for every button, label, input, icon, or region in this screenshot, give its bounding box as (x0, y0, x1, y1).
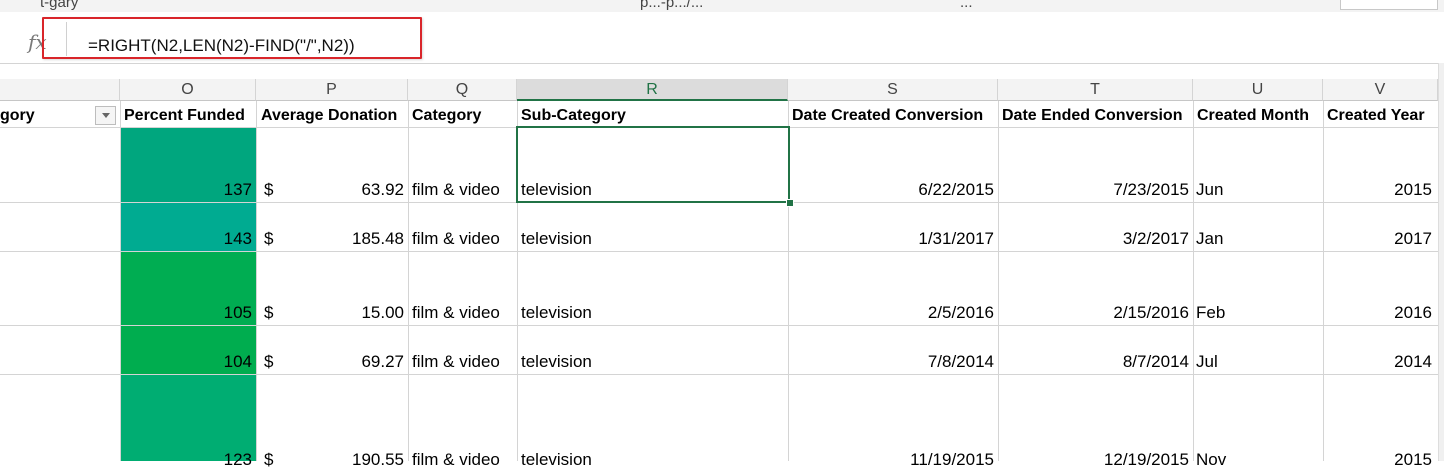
title-strip: t-gary p...-p.../... ... (0, 0, 1444, 12)
column-header-r[interactable]: R (517, 79, 788, 101)
grid-line (256, 101, 257, 461)
header-sub-category[interactable]: Sub-Category (521, 106, 626, 126)
cell-date-ended[interactable]: 2/15/2016 (998, 303, 1189, 323)
header-category[interactable]: Category (412, 106, 481, 126)
grid-line (1323, 101, 1324, 461)
grid-line (0, 251, 1444, 252)
cell-date-created[interactable]: 1/31/2017 (788, 229, 994, 249)
cell-category[interactable]: film & video (412, 303, 500, 323)
cell-date-created[interactable]: 11/19/2015 (788, 450, 994, 470)
cell-created-month[interactable]: Jun (1196, 180, 1223, 200)
header-created-month[interactable]: Created Month (1197, 106, 1309, 126)
grid-line (0, 325, 1444, 326)
ribbon-search-box[interactable] (1340, 0, 1438, 10)
column-header-q[interactable]: Q (408, 79, 517, 101)
formula-highlight-box (42, 17, 422, 59)
fill-handle[interactable] (786, 199, 794, 207)
cell-category[interactable]: film & video (412, 450, 500, 470)
cell-date-ended[interactable]: 8/7/2014 (998, 352, 1189, 372)
cell-created-month[interactable]: Nov (1196, 450, 1226, 470)
cell-percent-funded[interactable]: 105 (120, 303, 252, 323)
cell-sub-category[interactable]: television (521, 303, 592, 323)
column-header-v[interactable]: V (1323, 79, 1438, 101)
column-header-t[interactable]: T (998, 79, 1193, 101)
cell-average-donation[interactable]: 190.55 (256, 450, 404, 470)
title-fragment-right: ... (960, 0, 973, 11)
percent-fill-row-6 (120, 374, 256, 461)
cell-average-donation[interactable]: 63.92 (256, 180, 404, 200)
grid-line (408, 101, 409, 461)
selected-cell-r2[interactable] (516, 126, 790, 203)
cell-created-year[interactable]: 2016 (1323, 303, 1432, 323)
cell-category[interactable]: film & video (412, 352, 500, 372)
column-header-u[interactable]: U (1193, 79, 1323, 101)
cell-created-month[interactable]: Feb (1196, 303, 1225, 323)
cell-average-donation[interactable]: 15.00 (256, 303, 404, 323)
column-header-n[interactable] (0, 79, 120, 101)
cell-created-year[interactable]: 2017 (1323, 229, 1432, 249)
cell-created-month[interactable]: Jan (1196, 229, 1223, 249)
header-category-partial[interactable]: gory (0, 106, 35, 126)
cell-sub-category[interactable]: television (521, 352, 592, 372)
cell-percent-funded[interactable]: 123 (120, 450, 252, 470)
cell-created-year[interactable]: 2015 (1323, 450, 1432, 470)
title-fragment-mid: p...-p.../... (640, 0, 704, 11)
cell-category[interactable]: film & video (412, 180, 500, 200)
grid-line (998, 101, 999, 461)
vertical-scrollbar[interactable] (1438, 63, 1444, 461)
header-percent-funded[interactable]: Percent Funded (124, 106, 245, 126)
filter-dropdown-icon[interactable] (95, 106, 116, 125)
column-header-s[interactable]: S (788, 79, 998, 101)
cell-created-year[interactable]: 2014 (1323, 352, 1432, 372)
cell-sub-category[interactable]: television (521, 450, 592, 470)
cell-sub-category[interactable]: television (521, 229, 592, 249)
cell-date-ended[interactable]: 12/19/2015 (998, 450, 1189, 470)
column-header-p[interactable]: P (256, 79, 408, 101)
title-fragment-left: t-gary (40, 0, 79, 11)
cell-date-created[interactable]: 7/8/2014 (788, 352, 994, 372)
header-date-created-conversion[interactable]: Date Created Conversion (792, 106, 983, 126)
cell-average-donation[interactable]: 185.48 (256, 229, 404, 249)
cell-category[interactable]: film & video (412, 229, 500, 249)
cell-date-created[interactable]: 6/22/2015 (788, 180, 994, 200)
column-header-o[interactable]: O (120, 79, 256, 101)
grid-line (1193, 101, 1194, 461)
header-date-ended-conversion[interactable]: Date Ended Conversion (1002, 106, 1182, 126)
cell-percent-funded[interactable]: 143 (120, 229, 252, 249)
cell-date-ended[interactable]: 7/23/2015 (998, 180, 1189, 200)
cell-date-created[interactable]: 2/5/2016 (788, 303, 994, 323)
header-average-donation[interactable]: Average Donation (261, 106, 397, 126)
cell-date-ended[interactable]: 3/2/2017 (998, 229, 1189, 249)
cell-percent-funded[interactable]: 104 (120, 352, 252, 372)
cell-created-month[interactable]: Jul (1196, 352, 1218, 372)
cell-percent-funded[interactable]: 137 (120, 180, 252, 200)
cell-average-donation[interactable]: 69.27 (256, 352, 404, 372)
grid-line (0, 374, 1444, 375)
header-created-year[interactable]: Created Year (1327, 106, 1425, 126)
cell-created-year[interactable]: 2015 (1323, 180, 1432, 200)
grid-line (120, 101, 121, 461)
